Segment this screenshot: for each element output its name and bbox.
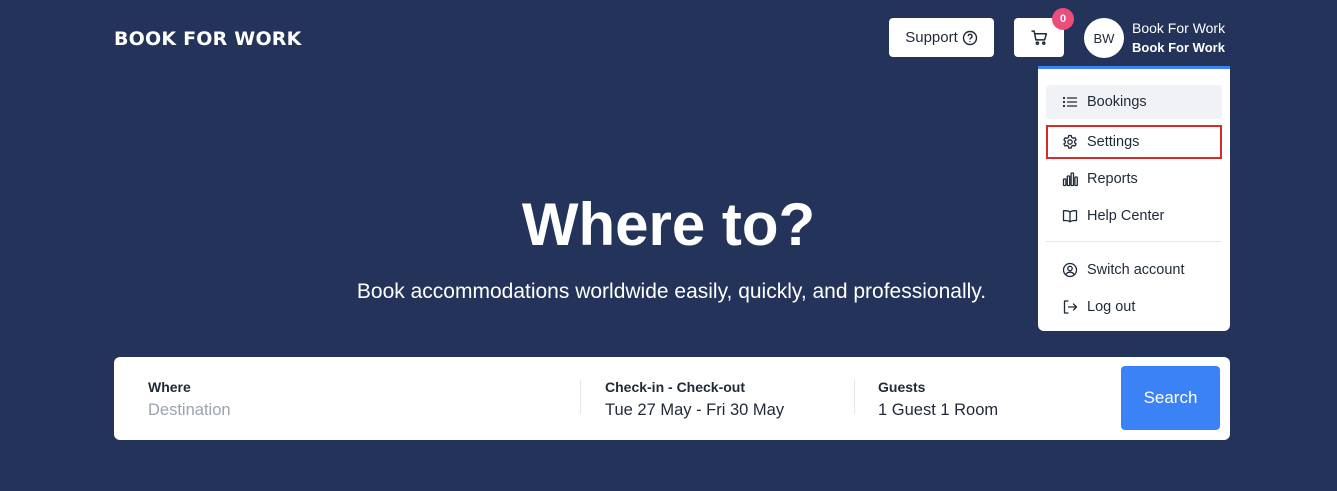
search-button[interactable]: Search <box>1121 366 1220 430</box>
gear-icon <box>1063 134 1077 149</box>
field-divider <box>580 380 581 414</box>
help-circle-icon <box>962 30 977 45</box>
support-label: Support <box>905 29 958 46</box>
guests-field[interactable]: 1 Guest 1 Room <box>878 401 998 420</box>
support-button[interactable]: Support <box>889 18 994 57</box>
list-icon <box>1062 96 1078 108</box>
user-company[interactable]: Book For Work <box>1132 40 1225 55</box>
menu-item-settings[interactable]: Settings <box>1046 125 1222 159</box>
menu-item-label: Bookings <box>1087 94 1147 110</box>
cart-icon <box>1030 30 1047 45</box>
field-divider <box>854 380 855 414</box>
menu-item-label: Settings <box>1087 134 1140 150</box>
destination-input[interactable]: Destination <box>148 401 231 420</box>
menu-item-label: Switch account <box>1087 262 1185 278</box>
menu-item-bookings[interactable]: Bookings <box>1046 85 1222 119</box>
brand-logo[interactable]: BOOK FOR WORK <box>114 28 302 50</box>
dates-label: Check-in - Check-out <box>605 379 746 395</box>
bar-chart-icon <box>1062 172 1078 187</box>
where-label: Where <box>148 379 191 395</box>
user-circle-icon <box>1062 262 1078 278</box>
dates-field[interactable]: Tue 27 May - Fri 30 May <box>605 401 784 420</box>
avatar[interactable]: BW <box>1084 18 1124 58</box>
menu-item-label: Reports <box>1087 171 1138 187</box>
search-bar: Where Destination Check-in - Check-out T… <box>114 357 1230 440</box>
cart-count-badge: 0 <box>1052 8 1074 30</box>
user-name[interactable]: Book For Work <box>1132 20 1225 36</box>
guests-label: Guests <box>878 379 926 395</box>
hero-subtitle: Book accommodations worldwide easily, qu… <box>356 280 987 303</box>
hero-title: Where to? <box>521 191 816 258</box>
